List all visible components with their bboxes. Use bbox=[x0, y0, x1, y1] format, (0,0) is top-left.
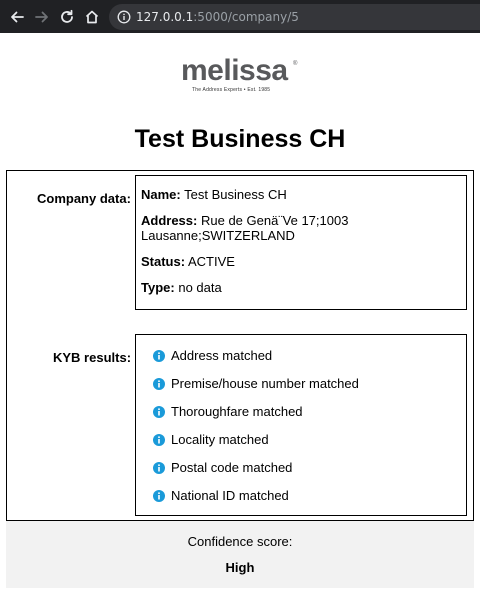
list-item: Premise/house number matched bbox=[153, 376, 359, 391]
site-info-icon[interactable] bbox=[117, 10, 131, 24]
kyb-results-box: Address matched Premise/house number mat… bbox=[135, 334, 467, 516]
kyb-result-text: Locality matched bbox=[171, 432, 269, 447]
company-name-value: Test Business CH bbox=[184, 187, 287, 202]
list-item: Locality matched bbox=[153, 432, 269, 447]
arrow-right-icon bbox=[35, 11, 48, 23]
company-data-box: Name: Test Business CH Address: Rue de G… bbox=[135, 175, 467, 310]
list-item: Thoroughfare matched bbox=[153, 404, 303, 419]
confidence-score-label: Confidence score: bbox=[187, 534, 293, 549]
field-label: Type: bbox=[141, 280, 175, 295]
confidence-score-value: High bbox=[225, 560, 255, 575]
home-icon bbox=[85, 10, 99, 24]
field-label: Status: bbox=[141, 254, 186, 269]
company-status-row: Status: ACTIVE bbox=[141, 254, 462, 269]
home-button[interactable] bbox=[82, 7, 102, 27]
company-type-row: Type: no data bbox=[141, 280, 462, 295]
info-icon bbox=[153, 461, 165, 474]
address-bar[interactable]: 127.0.0.1:5000/company/5 bbox=[109, 4, 480, 30]
reload-icon bbox=[61, 9, 73, 23]
confidence-score-panel: Confidence score: High bbox=[6, 520, 474, 588]
info-icon bbox=[153, 405, 165, 418]
forward-button[interactable] bbox=[32, 7, 52, 27]
info-icon bbox=[153, 433, 165, 446]
url-host: 127.0.0.1 bbox=[136, 10, 194, 24]
back-button[interactable] bbox=[7, 7, 27, 27]
company-type-value: no data bbox=[178, 280, 222, 295]
company-address-row: Address: Rue de Genä¨Ve 17;1003 Lausanne… bbox=[141, 213, 462, 243]
logo-registered-mark: ® bbox=[293, 61, 298, 67]
url-text[interactable]: 127.0.0.1:5000/company/5 bbox=[136, 10, 299, 24]
field-label: Address: bbox=[141, 213, 198, 228]
info-icon bbox=[153, 489, 165, 502]
logo-wordmark: melissa bbox=[181, 54, 288, 87]
field-label: Name: bbox=[141, 187, 181, 202]
melissa-logo: melissa ® The Address Experts • Est. 198… bbox=[181, 55, 299, 95]
company-data-label: Company data: bbox=[37, 191, 131, 206]
company-status-value: ACTIVE bbox=[187, 254, 235, 269]
info-icon bbox=[153, 377, 165, 390]
kyb-result-text: Address matched bbox=[171, 348, 273, 363]
info-icon bbox=[153, 349, 165, 362]
kyb-results-label: KYB results: bbox=[53, 350, 132, 365]
arrow-left-icon bbox=[11, 11, 24, 23]
company-name-row: Name: Test Business CH bbox=[141, 187, 462, 202]
kyb-result-text: National ID matched bbox=[171, 488, 289, 503]
browser-toolbar: 127.0.0.1:5000/company/5 bbox=[0, 0, 480, 33]
kyb-result-text: Postal code matched bbox=[171, 460, 293, 475]
url-path: :5000/company/5 bbox=[193, 10, 299, 24]
list-item: Postal code matched bbox=[153, 460, 292, 475]
company-details-table: Company data: Name: Test Business CH Add… bbox=[6, 170, 474, 588]
list-item: National ID matched bbox=[153, 488, 289, 503]
list-item: Address matched bbox=[153, 348, 272, 363]
kyb-result-text: Premise/house number matched bbox=[171, 376, 359, 391]
page-title: Test Business CH bbox=[134, 125, 346, 153]
reload-button[interactable] bbox=[57, 7, 77, 27]
kyb-result-text: Thoroughfare matched bbox=[171, 404, 303, 419]
logo-tagline: The Address Experts • Est. 1985 bbox=[192, 87, 271, 93]
